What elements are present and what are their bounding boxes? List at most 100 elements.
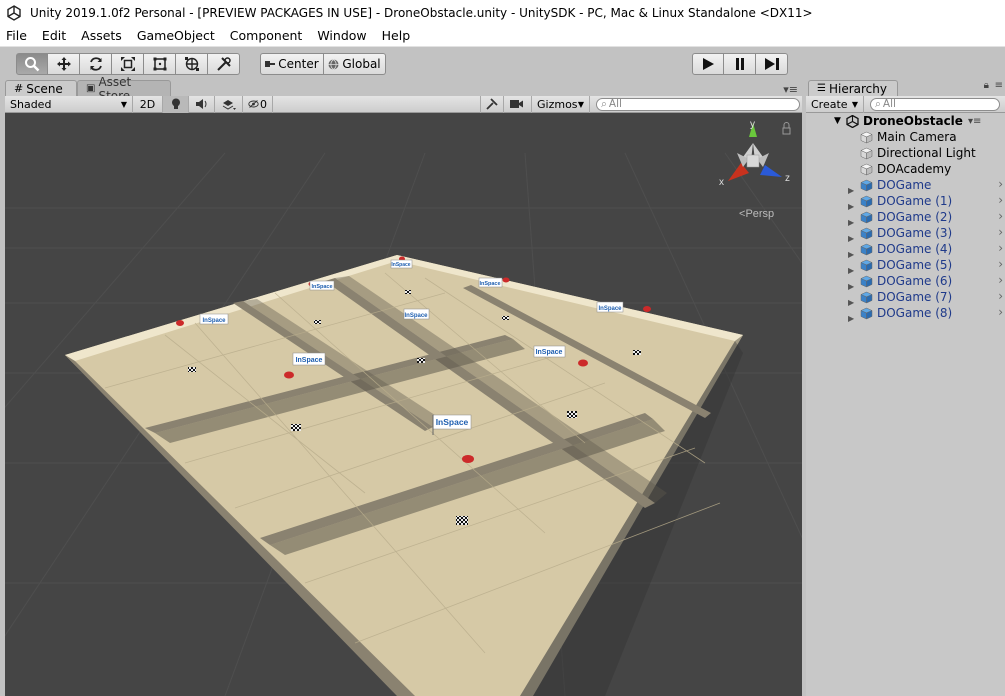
menu-window[interactable]: Window — [317, 28, 366, 43]
create-dropdown[interactable]: Create ▼ — [806, 95, 864, 113]
2d-label: 2D — [139, 97, 156, 111]
globe-icon — [328, 58, 339, 70]
hierarchy-item[interactable]: ▶ DOGame (6) › — [806, 273, 1005, 291]
prefab-open-arrow-icon[interactable]: › — [998, 177, 1003, 191]
prefab-open-arrow-icon[interactable]: › — [998, 273, 1003, 287]
title-bar: Unity 2019.1.0f2 Personal - [PREVIEW PAC… — [0, 0, 1005, 25]
banner: InSpace — [292, 352, 326, 366]
expand-arrow-icon[interactable]: ▼ — [834, 116, 841, 126]
hierarchy-item[interactable]: ▶ DOGame (3) › — [806, 225, 1005, 243]
shading-mode-dropdown[interactable]: Shaded ▼ — [5, 95, 133, 113]
menu-gameobject[interactable]: GameObject — [137, 28, 215, 43]
gizmo-z-label: z — [785, 173, 790, 184]
scale-icon — [120, 57, 135, 71]
menu-component[interactable]: Component — [230, 28, 303, 43]
hierarchy-item[interactable]: ▶ DOGame (1) › — [806, 193, 1005, 211]
eye-slash-icon — [248, 100, 259, 108]
prefab-open-arrow-icon[interactable]: › — [998, 193, 1003, 207]
menu-file[interactable]: File — [6, 28, 27, 43]
hierarchy-search-placeholder: All — [882, 98, 896, 110]
prefab-open-arrow-icon[interactable]: › — [998, 305, 1003, 319]
menu-help[interactable]: Help — [382, 28, 411, 43]
hierarchy-item[interactable]: ▶ DOGame (4) › — [806, 241, 1005, 259]
prefab-cube-icon — [860, 307, 873, 319]
svg-text:InSpace: InSpace — [404, 313, 428, 319]
hierarchy-item[interactable]: ▶ DOGame (2) › — [806, 209, 1005, 227]
target-marker — [456, 516, 468, 525]
tab-asset-store[interactable]: ▣ Asset Store — [77, 75, 171, 103]
prefab-open-arrow-icon[interactable]: › — [998, 225, 1003, 239]
scene-viewport[interactable]: InSpace InSpace InSpace InSpace InSpace … — [5, 113, 802, 696]
hidden-count: 0 — [260, 97, 267, 111]
gizmo-center-cube[interactable] — [746, 154, 760, 168]
menu-assets[interactable]: Assets — [81, 28, 122, 43]
target-marker — [502, 316, 509, 320]
hierarchy-item[interactable]: Directional Light — [806, 145, 1005, 161]
hand-tool-button[interactable] — [16, 53, 48, 75]
hierarchy-item[interactable]: ▶ DOGame (8) › — [806, 305, 1005, 323]
audio-toggle[interactable] — [189, 95, 215, 113]
hidden-objects-toggle[interactable]: 0 — [243, 95, 273, 113]
drone — [284, 371, 294, 379]
camera-settings-dropdown[interactable] — [504, 95, 532, 113]
banner: InSpace — [596, 301, 624, 313]
space-global-button[interactable]: Global — [324, 53, 386, 75]
gizmos-label: Gizmos — [537, 97, 578, 111]
scene-menu-icon[interactable]: ▾≡ — [968, 116, 981, 127]
hierarchy-item-label: DOGame — [877, 178, 932, 192]
play-button[interactable] — [692, 53, 724, 75]
hierarchy-item[interactable]: ▶ DOGame (7) › — [806, 289, 1005, 307]
prefab-cube-icon — [860, 291, 873, 303]
gizmos-dropdown[interactable]: Gizmos ▼ — [532, 95, 590, 113]
svg-text:InSpace: InSpace — [202, 318, 226, 324]
hierarchy-search-input[interactable]: ⌕ All — [870, 97, 1000, 111]
lighting-toggle[interactable] — [163, 95, 189, 113]
scene-root-row[interactable]: ▼ DroneObstacle ▾≡ — [806, 113, 1005, 129]
scene-view-toolbar: Shaded ▼ 2D 0 Gizmos ▼ ⌕ All — [5, 95, 802, 113]
pause-button[interactable] — [724, 53, 756, 75]
tab-hierarchy[interactable]: ☰ Hierarchy — [808, 80, 898, 96]
menu-edit[interactable]: Edit — [42, 28, 66, 43]
prefab-open-arrow-icon[interactable]: › — [998, 241, 1003, 255]
hierarchy-item-label: DOGame (3) — [877, 226, 953, 240]
effects-dropdown[interactable] — [215, 95, 243, 113]
hierarchy-item[interactable]: DOAcademy — [806, 161, 1005, 177]
scene-tools-button[interactable] — [480, 95, 504, 113]
rotate-tool-button[interactable] — [80, 53, 112, 75]
gameobject-cube-icon — [860, 131, 873, 143]
prefab-open-arrow-icon[interactable]: › — [998, 209, 1003, 223]
hierarchy-tab-row: ☰ Hierarchy 🔒︎ ≡ — [806, 80, 1005, 96]
hierarchy-item[interactable]: ▶ DOGame › — [806, 177, 1005, 195]
prefab-open-arrow-icon[interactable]: › — [998, 257, 1003, 271]
panel-menu-icon[interactable]: ≡ — [995, 80, 1003, 91]
prefab-open-arrow-icon[interactable]: › — [998, 289, 1003, 303]
target-marker — [188, 367, 196, 372]
tab-scene[interactable]: # Scene — [5, 80, 77, 96]
banner: InSpace — [478, 277, 503, 288]
hierarchy-item[interactable]: Main Camera — [806, 129, 1005, 145]
hierarchy-item-label: Main Camera — [877, 130, 957, 144]
lock-icon[interactable]: 🔒︎ — [984, 80, 989, 91]
custom-tool-button[interactable] — [208, 53, 240, 75]
drone — [462, 455, 474, 463]
panel-menu-icon[interactable]: ▾≡ — [783, 83, 798, 96]
prefab-cube-icon — [860, 243, 873, 255]
expand-arrow-icon[interactable]: ▶ — [848, 314, 854, 323]
drone — [502, 277, 510, 283]
svg-text:InSpace: InSpace — [296, 357, 323, 364]
scale-tool-button[interactable] — [112, 53, 144, 75]
hierarchy-item-label: DOGame (1) — [877, 194, 953, 208]
persp-label[interactable]: <Persp — [739, 208, 774, 220]
transform-tool-button[interactable] — [176, 53, 208, 75]
tab-scene-label: Scene — [26, 81, 63, 96]
scene-search-input[interactable]: ⌕ All — [596, 97, 800, 111]
move-tool-button[interactable] — [48, 53, 80, 75]
scene-render[interactable]: InSpace InSpace InSpace InSpace InSpace … — [5, 113, 802, 696]
rect-tool-button[interactable] — [144, 53, 176, 75]
drone — [643, 306, 651, 312]
2d-toggle[interactable]: 2D — [133, 95, 163, 113]
target-marker — [314, 320, 321, 324]
hierarchy-item[interactable]: ▶ DOGame (5) › — [806, 257, 1005, 275]
step-button[interactable] — [756, 53, 788, 75]
pivot-center-button[interactable]: Center — [260, 53, 324, 75]
